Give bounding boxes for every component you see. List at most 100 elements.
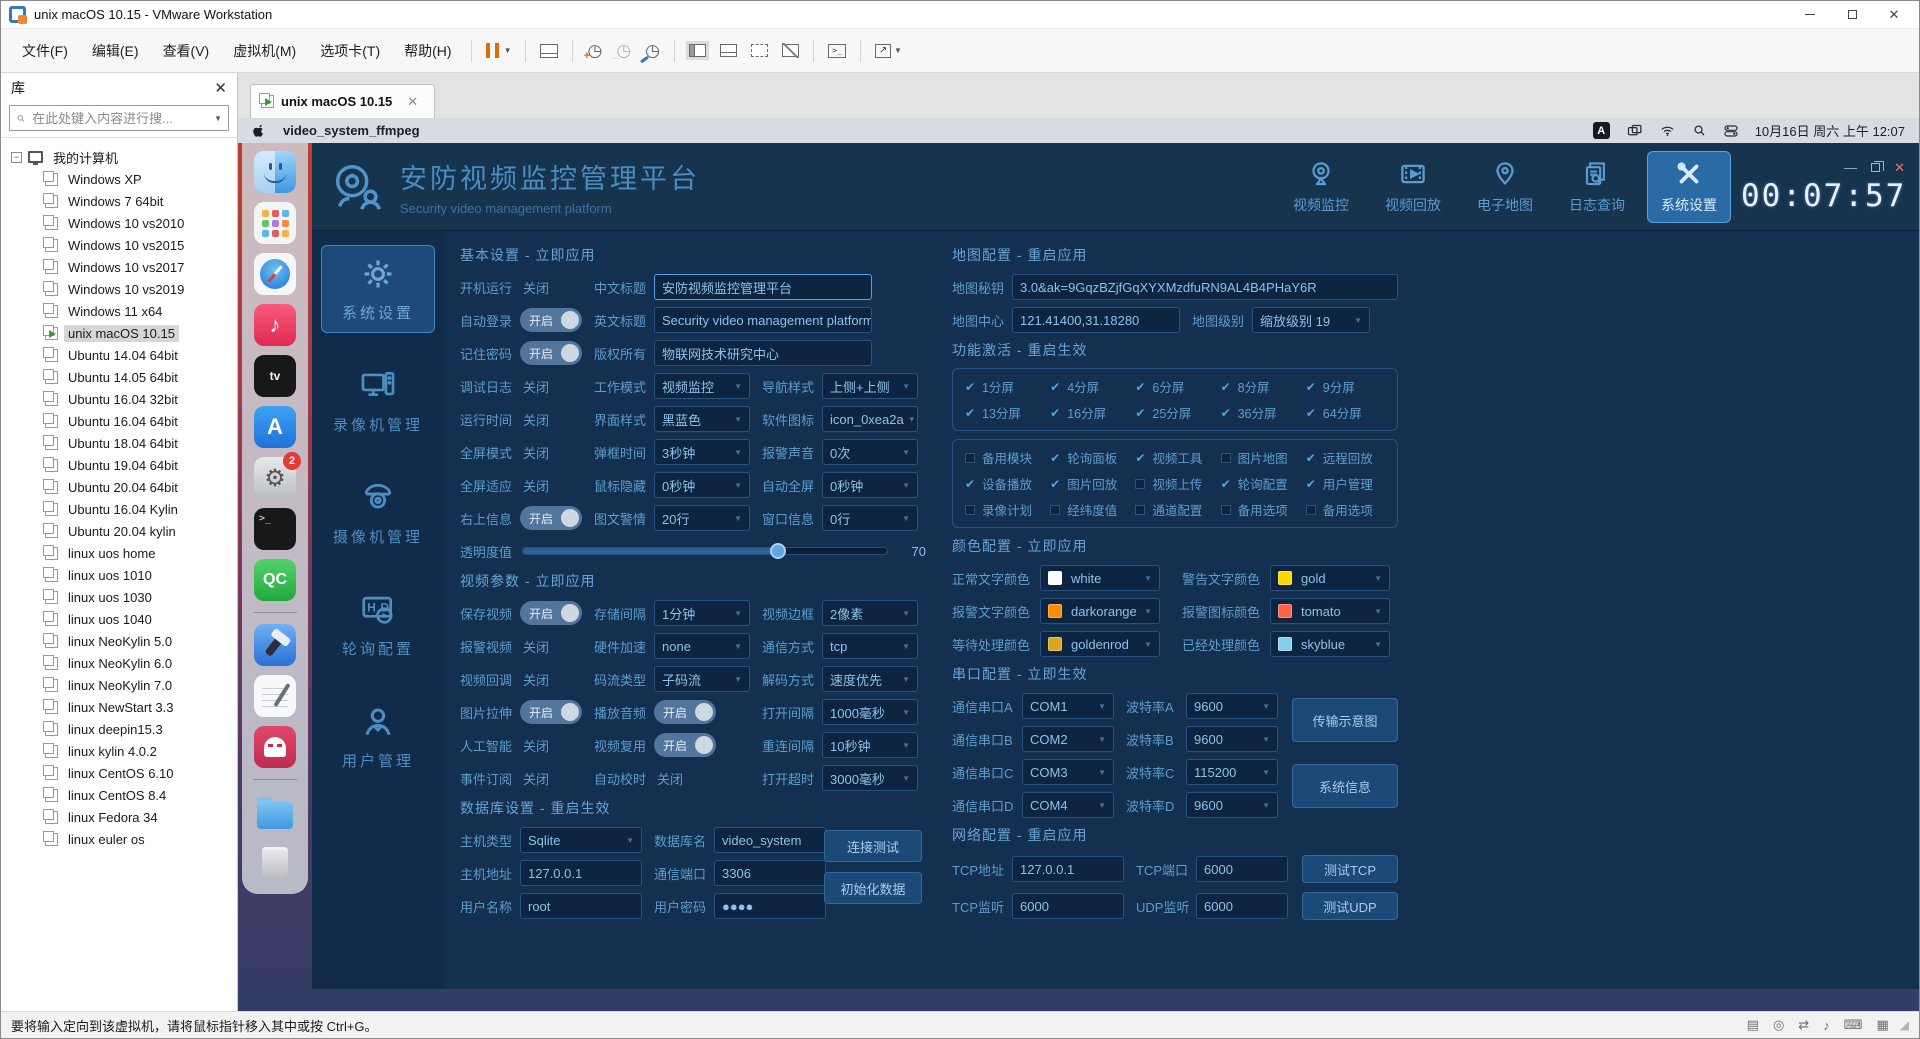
db-name-input[interactable]: video_system	[714, 827, 826, 853]
toggle-run-time[interactable]: 关闭	[520, 410, 582, 429]
feature-checkbox[interactable]: 13分屏	[963, 403, 1046, 422]
vm-tab[interactable]: unix macOS 10.15 ✕	[250, 84, 435, 118]
vm-list-item[interactable]: linux Fedora 34	[5, 806, 233, 828]
db-port-input[interactable]: 3306	[714, 860, 826, 886]
feature-checkbox[interactable]: 4分屏	[1048, 377, 1131, 396]
music-icon[interactable]: ♪	[254, 304, 296, 346]
reconnect-interval-select[interactable]: 10秒钟 ▼	[822, 732, 918, 758]
menu-file[interactable]: 文件(F)	[11, 36, 79, 66]
xcode-icon[interactable]	[254, 624, 296, 666]
nav-electronic-map[interactable]: 电子地图	[1463, 151, 1547, 223]
vm-list-item[interactable]: Ubuntu 19.04 64bit	[5, 454, 233, 476]
auto-fullscreen-select[interactable]: 0秒钟 ▼	[822, 472, 918, 498]
color-select-alarm-text[interactable]: darkorange ▼	[1040, 598, 1160, 624]
storage-interval-select[interactable]: 1分钟 ▼	[654, 600, 750, 626]
harddisk-icon[interactable]: ▤	[1744, 1017, 1762, 1033]
ui-style-select[interactable]: 黑蓝色 ▼	[654, 406, 750, 432]
vm-list-item[interactable]: Windows 10 vs2010	[5, 212, 233, 234]
vm-list-item[interactable]: Windows 10 vs2015	[5, 234, 233, 256]
ctrl-alt-del-button[interactable]	[534, 40, 564, 62]
color-select-warn-text[interactable]: gold ▼	[1270, 565, 1390, 591]
nav-log-query[interactable]: 日志查询	[1555, 151, 1639, 223]
window-info-select[interactable]: 0行 ▼	[822, 505, 918, 531]
db-init-button[interactable]: 初始化数据	[824, 872, 922, 904]
launchpad-icon[interactable]	[254, 202, 296, 244]
transfer-diagram-button[interactable]: 传输示意图	[1292, 698, 1398, 742]
textedit-icon[interactable]	[254, 675, 296, 717]
en-title-input[interactable]: Security video management platform	[654, 307, 872, 333]
safari-icon[interactable]	[254, 253, 296, 295]
wifi-icon[interactable]	[1659, 122, 1676, 139]
maximize-button[interactable]	[1835, 4, 1869, 26]
side-nav-camera-mgmt[interactable]: 摄像机管理	[321, 469, 435, 557]
db-user-input[interactable]: root	[520, 893, 642, 919]
color-select-processed[interactable]: skyblue ▼	[1270, 631, 1390, 657]
downloads-folder-icon[interactable]	[254, 791, 296, 833]
vm-list-item[interactable]: linux uos 1010	[5, 564, 233, 586]
sound-icon[interactable]: ♪	[1820, 1018, 1833, 1033]
vm-list-item[interactable]: linux uos 1040	[5, 608, 233, 630]
toggle-save-video[interactable]: 开启	[520, 601, 582, 625]
app-maximize-icon[interactable]	[1871, 161, 1885, 172]
app-store-icon[interactable]: A	[254, 406, 296, 448]
open-interval-select[interactable]: 1000毫秒 ▼	[822, 699, 918, 725]
suspend-button[interactable]: ▼	[480, 39, 518, 62]
feature-checkbox[interactable]: 设备播放	[963, 474, 1046, 493]
vm-list-item[interactable]: Ubuntu 16.04 Kylin	[5, 498, 233, 520]
vm-list-item[interactable]: linux NewStart 3.3	[5, 696, 233, 718]
toggle-boot-run[interactable]: 关闭	[520, 278, 582, 297]
alarm-sound-select[interactable]: 0次 ▼	[822, 439, 918, 465]
tcp-address-input[interactable]: 127.0.0.1	[1012, 856, 1124, 882]
map-key-input[interactable]: 3.0&ak=9GqzBZjfGqXYXMzdfuRN9AL4B4PHaY6R	[1012, 274, 1398, 300]
close-button[interactable]: ✕	[1877, 4, 1911, 26]
serial-port-a-select[interactable]: COM1 ▼	[1022, 693, 1114, 719]
nav-style-select[interactable]: 上侧+上侧 ▼	[822, 373, 918, 399]
alarm-lines-select[interactable]: 20行 ▼	[654, 505, 750, 531]
map-center-input[interactable]: 121.41400,31.18280	[1012, 307, 1180, 333]
mouse-hide-select[interactable]: 0秒钟 ▼	[654, 472, 750, 498]
tcp-port-input[interactable]: 6000	[1196, 856, 1288, 882]
feature-checkbox[interactable]: 16分屏	[1048, 403, 1131, 422]
feature-checkbox[interactable]: 8分屏	[1219, 377, 1302, 396]
side-nav-recorder-mgmt[interactable]: 录像机管理	[321, 357, 435, 445]
toggle-video-reuse[interactable]: 开启	[654, 733, 716, 757]
baud-d-select[interactable]: 9600 ▼	[1186, 792, 1278, 818]
vm-list-item[interactable]: linux kylin 4.0.2	[5, 740, 233, 762]
show-thumbnail-bar-button[interactable]	[714, 40, 743, 61]
search-dropdown-icon[interactable]: ▼	[214, 114, 222, 123]
macos-active-app[interactable]: video_system_ffmpeg	[283, 123, 420, 138]
snapshot-manager-button[interactable]: ◷	[639, 38, 666, 64]
test-udp-button[interactable]: 测试UDP	[1302, 892, 1398, 920]
side-nav-polling-config[interactable]: 轮询配置	[321, 581, 435, 669]
vm-list-item[interactable]: linux deepin15.3	[5, 718, 233, 740]
toggle-video-callback[interactable]: 关闭	[520, 670, 582, 689]
vm-list-item[interactable]: Windows XP	[5, 168, 233, 190]
library-close-icon[interactable]: ✕	[214, 79, 227, 97]
vm-list-item[interactable]: linux NeoKylin 6.0	[5, 652, 233, 674]
serial-port-b-select[interactable]: COM2 ▼	[1022, 726, 1114, 752]
feature-checkbox[interactable]: 6分屏	[1133, 377, 1216, 396]
vm-list-item[interactable]: Ubuntu 20.04 64bit	[5, 476, 233, 498]
cn-title-input[interactable]: 安防视频监控管理平台	[654, 274, 872, 300]
trash-icon[interactable]	[254, 842, 296, 884]
popup-time-select[interactable]: 3秒钟 ▼	[654, 439, 750, 465]
resize-grip[interactable]: ◢	[1900, 1018, 1909, 1032]
tree-root[interactable]: − 我的计算机	[5, 146, 233, 168]
nav-video-monitor[interactable]: 视频监控	[1279, 151, 1363, 223]
toggle-ai[interactable]: 关闭	[520, 736, 582, 755]
input-method-icon[interactable]: A	[1592, 122, 1610, 139]
db-host-input[interactable]: 127.0.0.1	[520, 860, 642, 886]
stretch-guest-button[interactable]: ↗ ▼	[869, 40, 908, 62]
vm-tab-close-icon[interactable]: ✕	[407, 94, 418, 110]
feature-checkbox[interactable]: 25分屏	[1133, 403, 1216, 422]
open-timeout-select[interactable]: 3000毫秒 ▼	[822, 765, 918, 791]
toggle-top-right-info[interactable]: 开启	[520, 506, 582, 530]
app-icon-select[interactable]: icon_0xea2a ▼	[822, 406, 918, 432]
feature-checkbox[interactable]: 36分屏	[1219, 403, 1302, 422]
unity-mode-button[interactable]	[776, 40, 805, 61]
feature-checkbox[interactable]: 通道配置	[1133, 500, 1216, 519]
app-close-icon[interactable]: ✕	[1894, 161, 1905, 174]
feature-checkbox[interactable]: 轮询面板	[1048, 448, 1131, 467]
test-tcp-button[interactable]: 测试TCP	[1302, 855, 1398, 883]
menu-help[interactable]: 帮助(H)	[393, 36, 462, 66]
